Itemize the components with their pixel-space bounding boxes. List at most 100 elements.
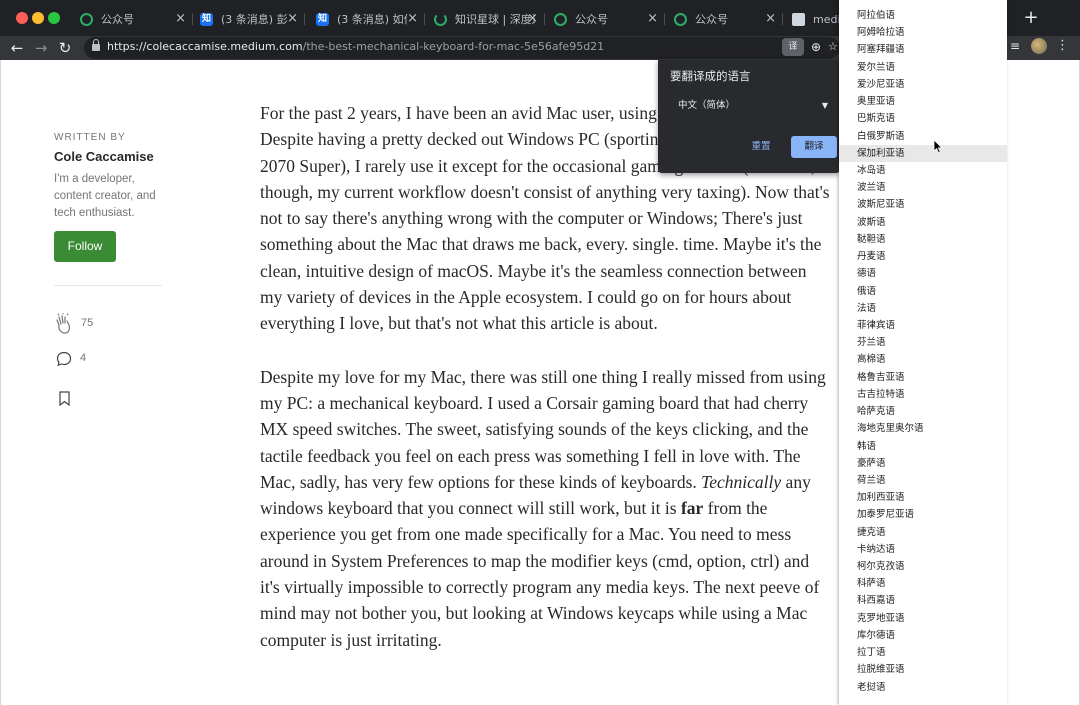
language-option[interactable]: 阿拉伯语 — [839, 7, 1007, 24]
loading-icon — [434, 12, 447, 26]
language-option[interactable]: 古吉拉特语 — [839, 386, 1007, 403]
author-bio: I'm a developer, content creator, and te… — [54, 173, 156, 219]
tab-close-icon[interactable]: × — [175, 11, 186, 27]
language-option[interactable]: 丹麦语 — [839, 248, 1007, 265]
language-option[interactable]: 菲律宾语 — [839, 317, 1007, 334]
window-maximize-button[interactable] — [48, 12, 60, 24]
more-menu-icon[interactable]: ⋮ — [1056, 38, 1069, 54]
reset-button[interactable]: 重置 — [746, 136, 776, 158]
follow-button[interactable]: Follow — [54, 231, 116, 262]
tab-close-icon[interactable]: × — [287, 11, 298, 27]
language-option[interactable]: 鞑靼语 — [839, 231, 1007, 248]
language-option[interactable]: 荷兰语 — [839, 472, 1007, 489]
language-option[interactable]: 芬兰语 — [839, 334, 1007, 351]
language-option[interactable]: 奥里亚语 — [839, 93, 1007, 110]
language-option[interactable]: 格鲁吉亚语 — [839, 369, 1007, 386]
wechat-icon — [674, 12, 687, 26]
medium-icon — [792, 12, 805, 26]
language-option[interactable]: 保加利亚语 — [839, 144, 1007, 162]
zhihu-icon: 知 — [200, 12, 213, 26]
back-button[interactable]: ← — [7, 38, 27, 58]
language-option[interactable]: 阿姆哈拉语 — [839, 24, 1007, 41]
translate-popup-title: 要翻译成的语言 — [670, 69, 751, 83]
language-option[interactable]: 波兰语 — [839, 179, 1007, 196]
language-option[interactable]: 拉脱维亚语 — [839, 661, 1007, 678]
lock-icon — [92, 39, 100, 52]
language-option[interactable]: 波斯语 — [839, 214, 1007, 231]
language-option[interactable]: 阿塞拜疆语 — [839, 41, 1007, 58]
language-option[interactable]: 韩语 — [839, 438, 1007, 455]
language-option[interactable]: 波斯尼亚语 — [839, 196, 1007, 213]
bookmark-icon[interactable] — [59, 391, 70, 406]
written-by-label: WRITTEN BY — [54, 132, 126, 143]
reload-button[interactable]: ↻ — [55, 38, 75, 58]
language-option[interactable]: 老挝语 — [839, 679, 1007, 696]
wechat-icon — [554, 12, 567, 26]
browser-tab[interactable]: medium — [784, 8, 844, 30]
language-option[interactable]: 卡纳达语 — [839, 541, 1007, 558]
language-option[interactable]: 科西嘉语 — [839, 592, 1007, 609]
zoom-icon[interactable]: ⊕ — [808, 38, 824, 56]
language-option[interactable]: 豪萨语 — [839, 455, 1007, 472]
translate-button[interactable]: 翻译 — [791, 136, 837, 158]
translate-icon[interactable]: 译 — [782, 38, 804, 56]
article-paragraph: Despite my love for my Mac, there was st… — [260, 366, 826, 650]
language-option[interactable]: 冰岛语 — [839, 162, 1007, 179]
language-option[interactable]: 爱尔兰语 — [839, 59, 1007, 76]
comment-count: 4 — [80, 352, 87, 364]
language-option[interactable]: 哈萨克语 — [839, 403, 1007, 420]
forward-button[interactable]: → — [31, 38, 51, 58]
clap-icon[interactable] — [54, 313, 74, 335]
browser-tab[interactable]: 公众号 × — [546, 8, 662, 30]
language-option[interactable]: 科萨语 — [839, 575, 1007, 592]
language-option[interactable]: 海地克里奥尔语 — [839, 420, 1007, 437]
language-option[interactable]: 拉丁语 — [839, 644, 1007, 661]
profile-avatar[interactable] — [1031, 38, 1047, 54]
translate-popup: 要翻译成的语言 中文（简体） ▼ 重置 翻译 — [658, 60, 840, 173]
browser-tab[interactable]: 知 (3 条消息) 如何评 × — [308, 8, 422, 30]
tab-close-icon[interactable]: × — [647, 11, 658, 27]
language-option[interactable]: 巴斯克语 — [839, 110, 1007, 127]
window-minimize-button[interactable] — [32, 12, 44, 24]
language-option[interactable]: 库尔德语 — [839, 627, 1007, 644]
tab-separator — [544, 13, 545, 25]
window-close-button[interactable] — [16, 12, 28, 24]
target-language-select[interactable]: 中文（简体） ▼ — [670, 96, 834, 116]
tab-separator — [304, 13, 305, 25]
language-option[interactable]: 法语 — [839, 300, 1007, 317]
tab-close-icon[interactable]: × — [765, 11, 776, 27]
language-option[interactable]: 爱沙尼亚语 — [839, 76, 1007, 93]
zhihu-icon: 知 — [316, 12, 329, 26]
reading-list-icon[interactable]: ≡ — [1010, 39, 1024, 53]
language-option[interactable]: 高棉语 — [839, 351, 1007, 368]
address-bar[interactable]: https://colecaccamise.medium.com/the-bes… — [84, 37, 840, 59]
article-body: For the past 2 years, I have been an avi… — [260, 100, 832, 680]
language-option[interactable]: 捷克语 — [839, 524, 1007, 541]
url-text: https://colecaccamise.medium.com/the-bes… — [107, 40, 605, 53]
tab-close-icon[interactable]: × — [407, 11, 418, 27]
language-option[interactable]: 俄语 — [839, 283, 1007, 300]
browser-tab[interactable]: 知 (3 条消息) 彭宏豪 × — [192, 8, 302, 30]
browser-tab[interactable]: 知识星球 | 深度连 × — [426, 8, 542, 30]
browser-tab[interactable]: 公众号 × — [72, 8, 190, 30]
language-dropdown-list[interactable]: 阿拉伯语 阿姆哈拉语 阿塞拜疆语 爱尔兰语 爱沙尼亚语 奥里亚语 巴斯克语 白俄罗斯语 保加利亚… — [839, 0, 1007, 705]
browser-tab[interactable]: 公众号 × — [666, 8, 780, 30]
tab-separator — [664, 13, 665, 25]
new-tab-button[interactable]: + — [1020, 7, 1042, 29]
tab-close-icon[interactable]: × — [527, 11, 538, 27]
language-option[interactable]: 克罗地亚语 — [839, 610, 1007, 627]
dropdown-caret-icon: ▼ — [821, 101, 828, 110]
language-option[interactable]: 柯尔克孜语 — [839, 558, 1007, 575]
tab-separator — [782, 13, 783, 25]
mouse-cursor-icon — [933, 139, 943, 154]
comment-icon[interactable] — [56, 351, 72, 367]
clap-count: 75 — [81, 317, 94, 329]
language-option[interactable]: 德语 — [839, 265, 1007, 282]
language-option[interactable]: 加泰罗尼亚语 — [839, 506, 1007, 523]
wechat-icon — [80, 12, 93, 26]
tab-separator — [424, 13, 425, 25]
language-option[interactable]: 加利西亚语 — [839, 489, 1007, 506]
language-option[interactable]: 白俄罗斯语 — [839, 128, 1007, 145]
author-name[interactable]: Cole Caccamise — [54, 149, 154, 164]
sidebar-divider — [54, 285, 162, 286]
